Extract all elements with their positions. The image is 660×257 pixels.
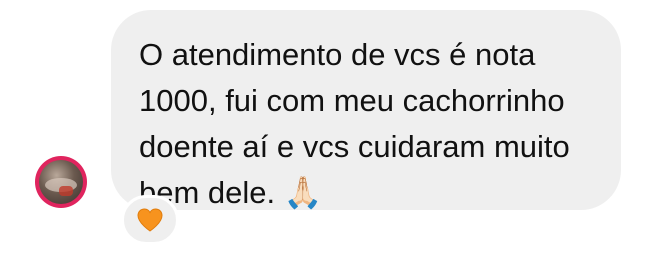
reaction-badge[interactable] (121, 195, 179, 245)
message-bubble[interactable]: O atendimento de vcs é nota 1000, fui co… (111, 10, 621, 210)
avatar[interactable] (35, 156, 87, 208)
orange-heart-icon (137, 208, 163, 232)
message-text: O atendimento de vcs é nota 1000, fui co… (139, 37, 570, 210)
avatar-photo (39, 160, 83, 204)
